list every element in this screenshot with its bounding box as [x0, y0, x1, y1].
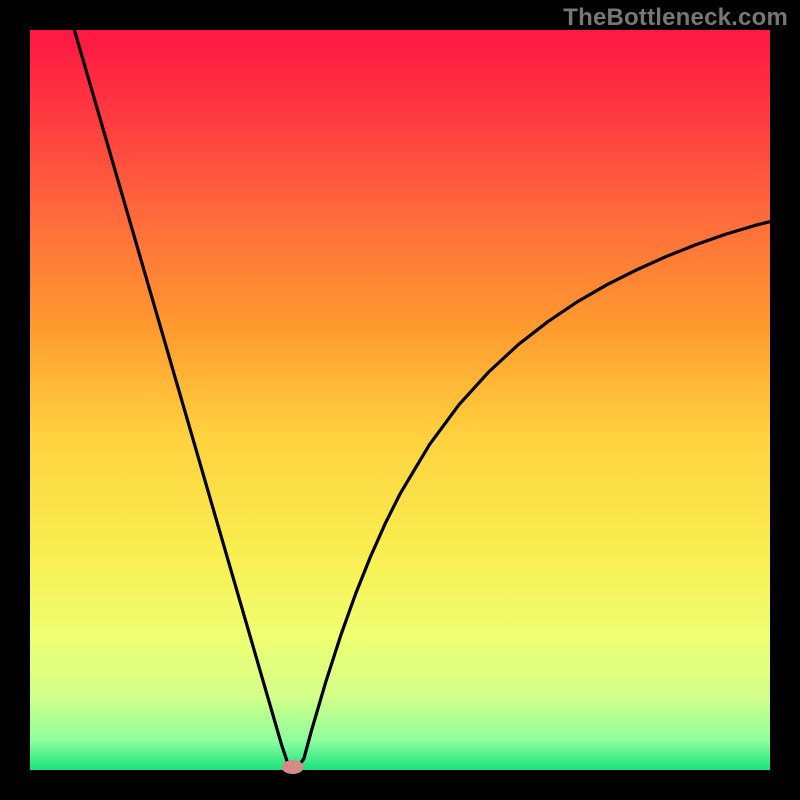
plot-background	[30, 30, 770, 770]
bottleneck-chart	[0, 0, 800, 800]
watermark-text: TheBottleneck.com	[563, 4, 788, 32]
chart-frame: TheBottleneck.com	[0, 0, 800, 800]
minimum-marker	[282, 760, 304, 774]
